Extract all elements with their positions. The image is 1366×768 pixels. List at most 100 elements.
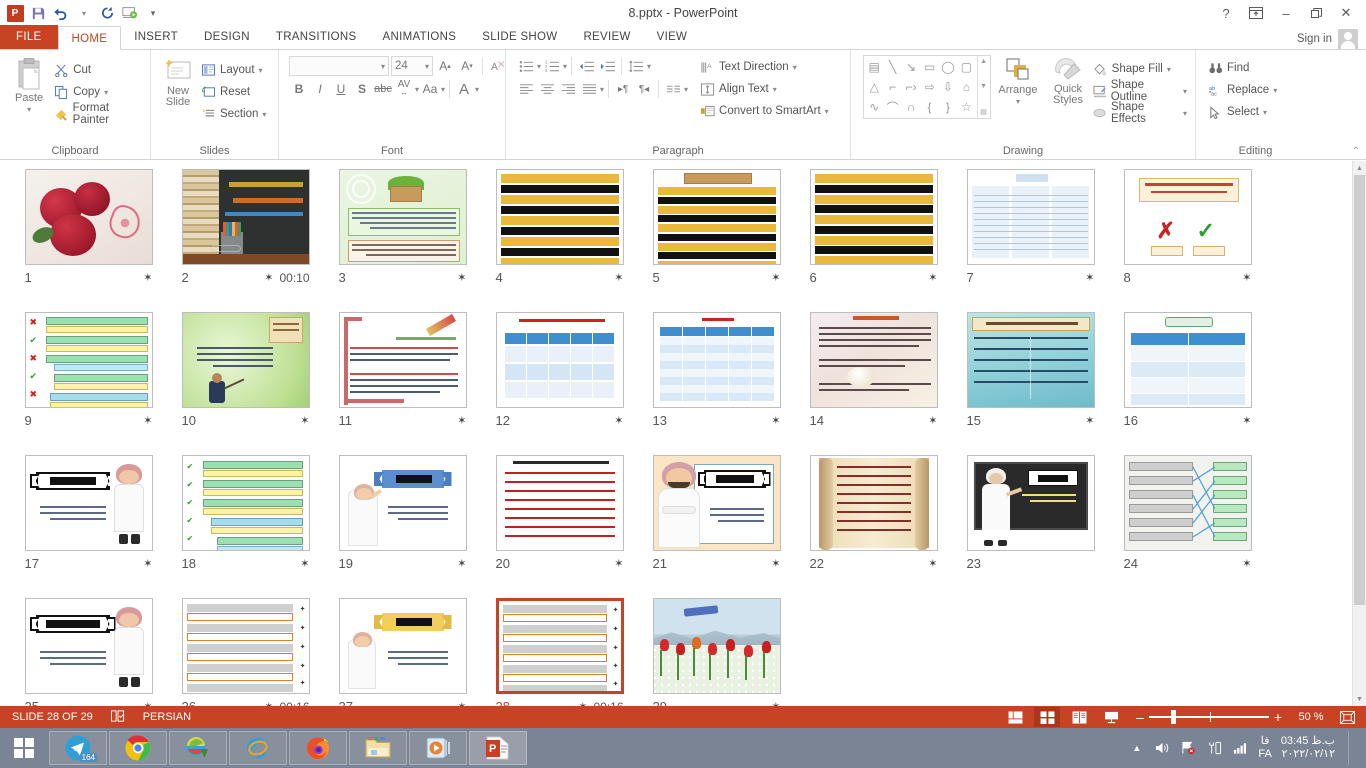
- taskbar-google-chrome[interactable]: [109, 731, 167, 765]
- slide-preview-21[interactable]: [653, 455, 781, 551]
- animation-star-icon[interactable]: ✶: [264, 271, 273, 284]
- slide-thumbnail-9[interactable]: ✖ ✔ ✖ ✔ ✖ 9: [10, 312, 167, 455]
- slide-thumbnail-10[interactable]: 10 ✶: [167, 312, 324, 455]
- shape-outline-button[interactable]: Shape Outline ▾: [1093, 80, 1187, 102]
- shape-left-brace-icon[interactable]: {: [920, 97, 938, 117]
- slide-thumbnail-24[interactable]: 24 ✶: [1109, 455, 1266, 598]
- font-name-dropdown-icon[interactable]: ▾: [381, 62, 385, 71]
- font-color-button[interactable]: A: [454, 79, 474, 99]
- minimize-button[interactable]: –: [1272, 2, 1300, 24]
- slide-preview-6[interactable]: [810, 169, 938, 265]
- signin-area[interactable]: Sign in: [1297, 29, 1366, 49]
- font-size-dropdown-icon[interactable]: ▾: [425, 62, 429, 71]
- animation-star-icon[interactable]: ✶: [771, 557, 780, 570]
- shape-oval-icon[interactable]: ◯: [939, 57, 957, 77]
- slide-thumbnail-12[interactable]: 12 ✶: [481, 312, 638, 455]
- shape-line-icon[interactable]: ╲: [883, 57, 901, 77]
- arrange-dropdown-icon[interactable]: ▾: [1016, 96, 1020, 108]
- shape-arrow-icon[interactable]: ↘: [902, 57, 920, 77]
- tab-file[interactable]: FILE: [0, 25, 58, 49]
- slide-preview-18[interactable]: ✔ ✔ ✔ ✔ ✔: [182, 455, 310, 551]
- slide-thumbnail-27[interactable]: 27 ✶: [324, 598, 481, 706]
- section-dropdown-icon[interactable]: ▾: [262, 110, 266, 119]
- slide-preview-22[interactable]: [810, 455, 938, 551]
- slide-preview-4[interactable]: [496, 169, 624, 265]
- slide-preview-25[interactable]: [25, 598, 153, 694]
- ltr-text-direction-button[interactable]: ▸¶: [613, 79, 633, 99]
- slide-preview-2[interactable]: [182, 169, 310, 265]
- bullets-button[interactable]: [516, 56, 536, 76]
- redo-icon[interactable]: [96, 2, 118, 24]
- align-text-dropdown-icon[interactable]: ▾: [773, 85, 777, 94]
- slide-preview-28[interactable]: ✦ ✦ ✦ ✦ ✦: [496, 598, 624, 694]
- notes-icon[interactable]: [111, 710, 125, 725]
- columns-dropdown-icon[interactable]: ▾: [600, 85, 604, 94]
- shape-freeform-icon[interactable]: ∿: [865, 97, 883, 117]
- numbering-button[interactable]: 123: [542, 56, 562, 76]
- shapes-more-icon[interactable]: ▤: [980, 108, 987, 116]
- app-logo-icon[interactable]: P: [4, 2, 26, 24]
- slide-preview-12[interactable]: [496, 312, 624, 408]
- shapes-scroll-down-icon[interactable]: ▼: [980, 83, 987, 90]
- reading-view-button[interactable]: [1066, 707, 1092, 727]
- change-case-dropdown-icon[interactable]: ▾: [441, 85, 445, 94]
- animation-star-icon[interactable]: ✶: [457, 414, 466, 427]
- restore-button[interactable]: [1302, 2, 1330, 24]
- undo-icon[interactable]: [50, 2, 72, 24]
- slide-thumbnail-14[interactable]: 14 ✶: [795, 312, 952, 455]
- quick-styles-button[interactable]: Quick Styles: [1045, 55, 1090, 106]
- normal-view-button[interactable]: [1002, 707, 1028, 727]
- slide-sorter-pane[interactable]: 1 ✶ 2 ✶ 00:10: [0, 161, 1352, 706]
- line-spacing-button[interactable]: [626, 56, 646, 76]
- change-case-button[interactable]: Aa: [420, 79, 440, 99]
- shape-elbow-connector-icon[interactable]: ⌐: [883, 77, 901, 97]
- zoom-out-button[interactable]: –: [1136, 709, 1144, 725]
- animation-star-icon[interactable]: ✶: [457, 557, 466, 570]
- character-spacing-button[interactable]: AV ↔: [394, 79, 414, 99]
- animation-star-icon[interactable]: ✶: [928, 557, 937, 570]
- slide-thumbnail-4[interactable]: 4 ✶: [481, 169, 638, 312]
- slide-preview-17[interactable]: [25, 455, 153, 551]
- character-spacing-dropdown-icon[interactable]: ▾: [415, 85, 419, 94]
- slide-thumbnail-18[interactable]: ✔ ✔ ✔ ✔ ✔ 18: [167, 455, 324, 598]
- shape-textbox-icon[interactable]: ▤: [865, 57, 883, 77]
- align-left-button[interactable]: [516, 79, 536, 99]
- taskbar-firefox[interactable]: [289, 731, 347, 765]
- shape-effects-button[interactable]: Shape Effects ▾: [1093, 102, 1187, 124]
- slide-thumbnail-26[interactable]: ✦ ✦ ✦ ✦ ✦ 26 ✶ 00:16: [167, 598, 324, 706]
- slide-thumbnail-16[interactable]: 16 ✶: [1109, 312, 1266, 455]
- slide-preview-26[interactable]: ✦ ✦ ✦ ✦ ✦: [182, 598, 310, 694]
- language-switcher[interactable]: فا FA: [1258, 735, 1271, 761]
- smartart-dropdown-icon[interactable]: ▾: [825, 107, 829, 116]
- bold-button[interactable]: B: [289, 79, 309, 99]
- text-shadow-button[interactable]: S: [352, 79, 372, 99]
- select-dropdown-icon[interactable]: ▾: [1263, 108, 1267, 117]
- slide-preview-23[interactable]: [967, 455, 1095, 551]
- undo-dropdown-icon[interactable]: ▾: [73, 2, 95, 24]
- help-button[interactable]: ?: [1212, 2, 1240, 24]
- scroll-up-icon[interactable]: ▲: [1353, 161, 1366, 175]
- taskbar-media-player[interactable]: [409, 731, 467, 765]
- font-size-input[interactable]: 24 ▾: [391, 56, 433, 76]
- start-button[interactable]: [0, 728, 48, 768]
- tab-home[interactable]: HOME: [58, 26, 122, 50]
- close-button[interactable]: ✕: [1332, 2, 1360, 24]
- animation-star-icon[interactable]: ✶: [143, 414, 152, 427]
- save-icon[interactable]: [27, 2, 49, 24]
- action-center-icon[interactable]: [1206, 740, 1223, 757]
- volume-icon[interactable]: [1154, 740, 1171, 757]
- shape-arc-icon[interactable]: ∩: [902, 97, 920, 117]
- tab-view[interactable]: VIEW: [644, 25, 701, 49]
- find-button[interactable]: Find: [1208, 57, 1277, 79]
- animation-star-icon[interactable]: ✶: [1085, 271, 1094, 284]
- scrollbar-thumb[interactable]: [1354, 175, 1365, 605]
- language-indicator[interactable]: PERSIAN: [143, 711, 191, 723]
- shape-triangle-icon[interactable]: △: [865, 77, 883, 97]
- section-button[interactable]: Section ▾: [201, 103, 266, 125]
- network-flag-icon[interactable]: [1180, 740, 1197, 757]
- shapes-gallery[interactable]: ▤ ╲ ↘ ▭ ◯ ▢ △ ⌐ ⌐› ⇨ ⇩ ⌂ ∿ ⌒ ∩ { }: [863, 55, 991, 119]
- increase-font-size-button[interactable]: A▴: [435, 56, 455, 76]
- zoom-level-label[interactable]: 50 %: [1294, 711, 1328, 723]
- arrange-button[interactable]: Arrange ▾: [991, 55, 1046, 108]
- slide-thumbnail-13[interactable]: 13 ✶: [638, 312, 795, 455]
